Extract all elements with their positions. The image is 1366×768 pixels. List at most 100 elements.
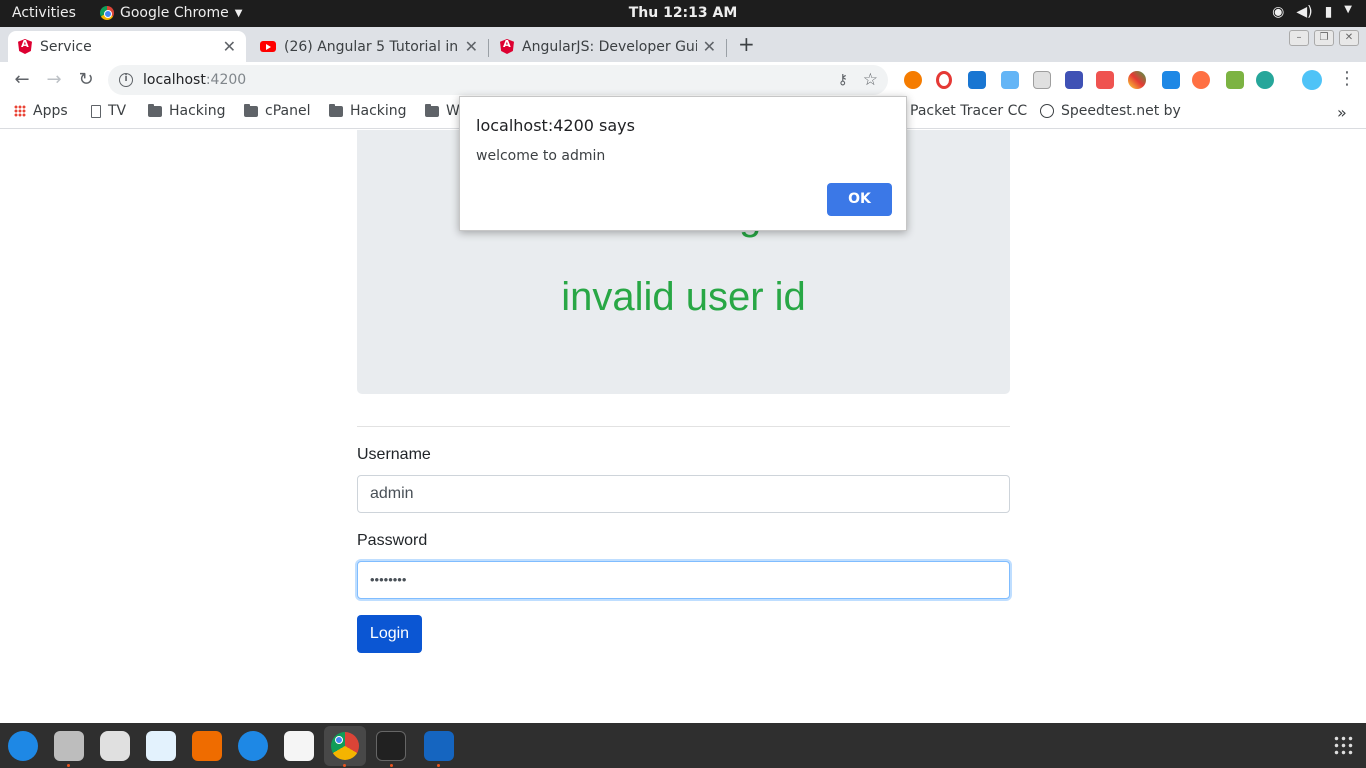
- ok-button[interactable]: OK: [827, 183, 892, 216]
- folder-icon: [148, 103, 162, 117]
- url-port: :4200: [205, 72, 247, 88]
- close-window-button[interactable]: ✕: [1339, 30, 1359, 46]
- bookmark-folder-cpanel[interactable]: cPanel: [244, 103, 310, 119]
- bookmark-folder-w[interactable]: W: [425, 103, 460, 119]
- running-indicator: [343, 764, 346, 767]
- files-icon[interactable]: [54, 731, 84, 761]
- tab-angularjs[interactable]: AngularJS: Developer Gui ✕: [490, 31, 726, 62]
- system-top-bar: Activities Google Chrome ▼ Thu 12:13 AM …: [0, 0, 1366, 27]
- bookmark-apps[interactable]: Apps: [14, 103, 68, 119]
- gauge-icon: [1040, 104, 1054, 118]
- show-applications-icon[interactable]: [1333, 735, 1353, 755]
- dialog-title: localhost:4200 says: [476, 116, 635, 135]
- close-icon[interactable]: ✕: [703, 37, 716, 56]
- status-message: invalid user id: [561, 275, 806, 319]
- extension-icon[interactable]: [1162, 71, 1180, 89]
- tab-service[interactable]: Service ✕: [8, 31, 246, 62]
- terminal-icon[interactable]: [376, 731, 406, 761]
- bookmark-star-icon[interactable]: ☆: [863, 70, 878, 90]
- volume-icon: ◀): [1296, 4, 1313, 20]
- extension-icon[interactable]: [904, 71, 922, 89]
- address-bar[interactable]: i localhost :4200 ⚷ ☆: [108, 65, 888, 95]
- opera-extension-icon[interactable]: [936, 71, 952, 89]
- bookmark-label: Hacking: [350, 103, 407, 119]
- help-icon[interactable]: [238, 731, 268, 761]
- rhythmbox-icon[interactable]: [100, 731, 130, 761]
- new-tab-button[interactable]: +: [738, 32, 755, 56]
- page-icon: [91, 104, 101, 118]
- clock[interactable]: Thu 12:13 AM: [0, 5, 1366, 21]
- chrome-icon: [331, 732, 359, 760]
- extension-icon[interactable]: [1033, 71, 1051, 89]
- tab-separator: [488, 39, 489, 57]
- document-viewer-icon[interactable]: [146, 731, 176, 761]
- bookmark-label: Packet Tracer CC: [910, 103, 1028, 119]
- back-button[interactable]: ←: [10, 68, 34, 92]
- username-field[interactable]: admin: [357, 475, 1010, 513]
- bookmark-folder-hacking-2[interactable]: Hacking: [329, 103, 407, 119]
- browser-toolbar: ← → ↻ i localhost :4200 ⚷ ☆: [0, 62, 1366, 98]
- bookmark-tv[interactable]: TV: [91, 103, 126, 119]
- bookmark-speedtest[interactable]: Speedtest.net by: [1040, 103, 1181, 119]
- extension-icon[interactable]: [1226, 71, 1244, 89]
- info-icon[interactable]: i: [119, 73, 133, 87]
- chevron-down-icon: ▼: [1344, 4, 1352, 15]
- bookmark-packet-tracer[interactable]: Packet Tracer CC: [910, 103, 1027, 119]
- tab-strip: Service ✕ (26) Angular 5 Tutorial in I ✕…: [0, 27, 1366, 62]
- youtube-icon: [260, 41, 276, 52]
- username-label: Username: [357, 446, 431, 463]
- apps-grid-icon: [14, 105, 26, 117]
- tab-title: (26) Angular 5 Tutorial in I: [284, 38, 459, 55]
- amazon-icon[interactable]: [284, 731, 314, 761]
- dock: [0, 723, 1366, 768]
- system-tray[interactable]: ◉ ◀) ▮ ▼: [1272, 4, 1352, 20]
- extension-icon[interactable]: [1096, 71, 1114, 89]
- close-icon[interactable]: ✕: [465, 37, 478, 56]
- login-button[interactable]: Login: [357, 615, 422, 653]
- bookmark-folder-hacking[interactable]: Hacking: [148, 103, 226, 119]
- menu-icon[interactable]: ⋮: [1338, 68, 1356, 89]
- url-host: localhost: [143, 72, 206, 88]
- thunderbird-icon[interactable]: [8, 731, 38, 761]
- running-indicator: [390, 764, 393, 767]
- folder-icon: [425, 103, 439, 117]
- dialog-message: welcome to admin: [476, 148, 606, 164]
- running-indicator: [437, 764, 440, 767]
- vscode-icon[interactable]: [424, 731, 454, 761]
- bookmark-label: W: [446, 103, 460, 119]
- tab-title: Service: [40, 38, 92, 55]
- wifi-icon: ◉: [1272, 4, 1285, 20]
- reload-button[interactable]: ↻: [74, 68, 98, 92]
- bookmark-label: TV: [108, 103, 127, 119]
- bookmark-label: Apps: [33, 103, 68, 119]
- password-label: Password: [357, 532, 428, 549]
- tab-youtube[interactable]: (26) Angular 5 Tutorial in I ✕: [250, 31, 488, 62]
- avatar[interactable]: [1302, 70, 1322, 90]
- minimize-button[interactable]: –: [1289, 30, 1309, 46]
- folder-icon: [244, 103, 258, 117]
- tab-separator: [726, 39, 727, 57]
- bookmarks-overflow-icon[interactable]: »: [1337, 103, 1347, 122]
- battery-icon: ▮: [1324, 4, 1333, 20]
- key-icon[interactable]: ⚷: [838, 72, 848, 88]
- alert-dialog: localhost:4200 says welcome to admin OK: [459, 96, 907, 231]
- close-icon[interactable]: ✕: [223, 37, 236, 56]
- bookmark-label: Hacking: [169, 103, 226, 119]
- password-field[interactable]: ••••••••: [357, 561, 1010, 599]
- extension-icon[interactable]: [1128, 71, 1146, 89]
- bookmark-label: Speedtest.net by: [1061, 103, 1181, 119]
- bookmark-label: cPanel: [265, 103, 311, 119]
- tab-title: AngularJS: Developer Gui: [522, 38, 697, 55]
- chrome-dock-item[interactable]: [324, 726, 366, 766]
- running-indicator: [67, 764, 70, 767]
- angular-icon: [500, 39, 514, 54]
- maximize-button[interactable]: ❐: [1314, 30, 1334, 46]
- forward-button[interactable]: →: [42, 68, 66, 92]
- extension-icon[interactable]: [1256, 71, 1274, 89]
- extension-icon[interactable]: [1192, 71, 1210, 89]
- extension-icon[interactable]: [1065, 71, 1083, 89]
- extension-icon[interactable]: [968, 71, 986, 89]
- software-center-icon[interactable]: [192, 731, 222, 761]
- extension-icon[interactable]: [1001, 71, 1019, 89]
- divider: [357, 426, 1010, 427]
